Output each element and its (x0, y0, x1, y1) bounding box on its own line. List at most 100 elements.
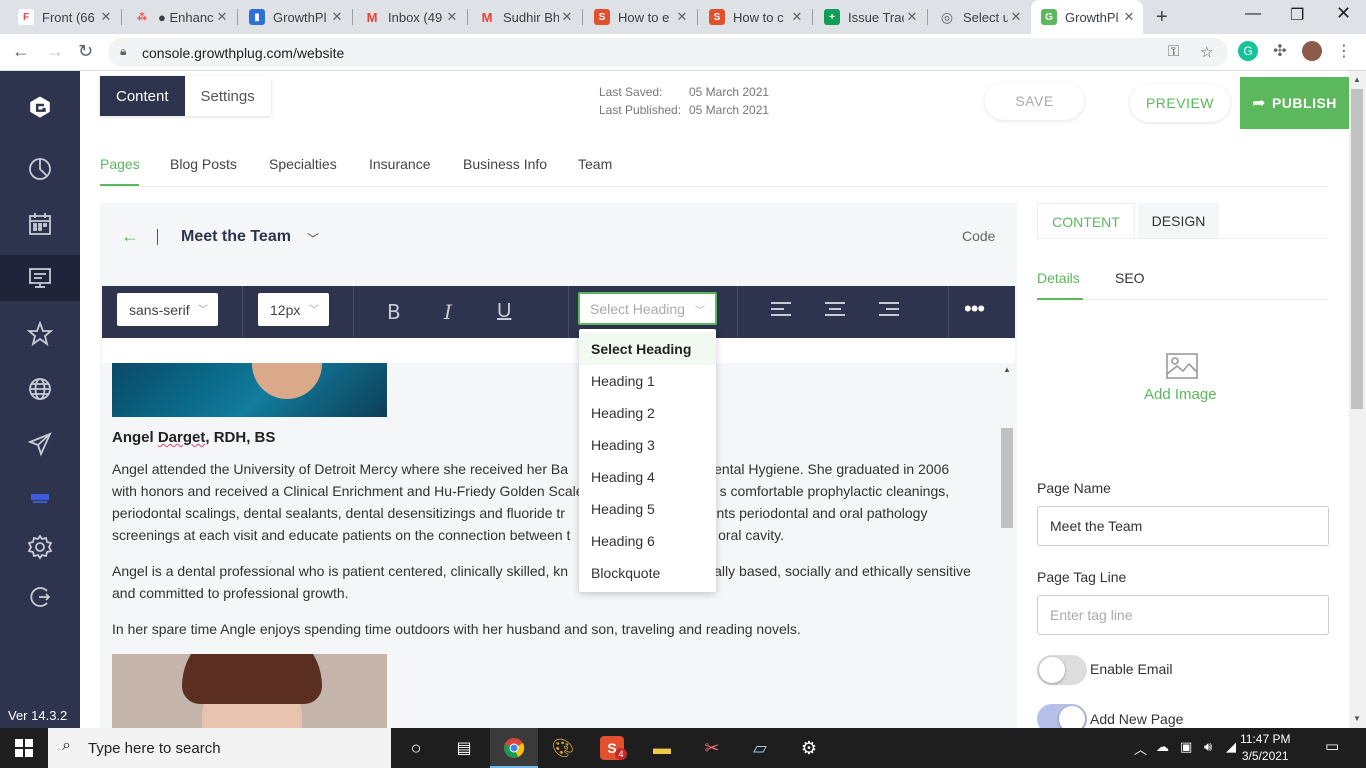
close-icon[interactable]: ✕ (789, 9, 805, 25)
align-center-icon[interactable] (825, 300, 845, 324)
send-icon[interactable] (0, 421, 80, 467)
notepad-icon[interactable]: ▱ (748, 736, 772, 760)
menu-kebab-icon[interactable]: ⋮ (1334, 41, 1354, 61)
enable-email-toggle[interactable] (1037, 655, 1087, 685)
pie-chart-icon[interactable] (0, 146, 80, 192)
url-omnibox[interactable]: 🔒︎ console.growthplug.com/website ⚿ ☆ (108, 38, 1228, 67)
heading-option-h6[interactable]: Heading 6 (579, 525, 716, 557)
window-close-icon[interactable]: ✕ (1336, 3, 1351, 24)
browser-tab[interactable]: + Issue Trac ✕ (814, 0, 926, 34)
browser-tab-active[interactable]: G GrowthPl ✕ (1031, 0, 1143, 34)
restore-icon[interactable]: ❐ (1290, 5, 1304, 25)
minimize-icon[interactable]: — (1245, 5, 1261, 23)
heading-option-h5[interactable]: Heading 5 (579, 493, 716, 525)
tab-seo[interactable]: SEO (1115, 270, 1145, 286)
file-explorer-icon[interactable]: ▬ (650, 736, 674, 760)
more-options-icon[interactable]: ••• (964, 296, 985, 322)
content-tab-button[interactable]: Content (100, 76, 185, 116)
paint-icon[interactable]: 🎨︎ (551, 736, 575, 760)
grammarly-icon[interactable]: G (1238, 41, 1258, 61)
scroll-up-icon[interactable]: ▲ (1003, 365, 1011, 374)
align-left-icon[interactable] (771, 300, 791, 324)
network-icon[interactable]: ▣ (1180, 739, 1192, 755)
scrollbar-thumb[interactable] (1351, 89, 1363, 409)
reload-icon[interactable]: ↻ (78, 41, 93, 62)
task-view-icon[interactable]: ▤ (452, 736, 476, 760)
close-icon[interactable]: ✕ (329, 9, 345, 25)
page-tag-line-input[interactable]: Enter tag line (1037, 595, 1329, 635)
volume-icon[interactable]: 🔊︎ (1204, 739, 1212, 755)
tab-team[interactable]: Team (578, 156, 612, 172)
preview-button[interactable]: PREVIEW (1130, 84, 1230, 122)
publish-button[interactable]: ➦ PUBLISH (1240, 77, 1349, 129)
close-icon[interactable]: ✕ (444, 9, 460, 25)
close-icon[interactable]: ✕ (904, 9, 920, 25)
taskbar-search[interactable]: ⌕ Type here to search (48, 728, 391, 768)
profile-avatar[interactable] (1302, 41, 1322, 61)
back-arrow-icon[interactable]: ← (121, 226, 139, 247)
add-image-button[interactable]: Add Image (1144, 386, 1217, 403)
close-icon[interactable]: ✕ (1121, 9, 1137, 25)
underline-button[interactable]: U (497, 300, 511, 323)
snipping-tool-icon[interactable]: ✂ (700, 736, 724, 760)
browser-tab[interactable]: ◎Select us✕ (929, 0, 1030, 34)
key-icon[interactable]: ⚿ (1168, 43, 1179, 60)
heading-option-blockquote[interactable]: Blockquote (579, 557, 716, 589)
browser-tab[interactable]: M Inbox (49 ✕ (354, 0, 466, 34)
scroll-up-icon[interactable]: ▲ (1353, 75, 1361, 84)
heading-option-h3[interactable]: Heading 3 (579, 429, 716, 461)
heading-select[interactable]: Select Heading ﹀ (578, 292, 717, 325)
monitor-icon[interactable] (0, 255, 80, 301)
globe-icon[interactable] (0, 366, 80, 412)
tab-insurance[interactable]: Insurance (369, 156, 430, 172)
code-button[interactable]: Code (962, 228, 995, 244)
tab-specialties[interactable]: Specialties (269, 156, 337, 172)
close-icon[interactable]: ✕ (674, 9, 690, 25)
font-size-select[interactable]: 12px ﹀ (258, 293, 329, 326)
close-icon[interactable]: ✕ (98, 9, 114, 25)
settings-tab-button[interactable]: Settings (184, 76, 271, 116)
wifi-icon[interactable]: ◢ (1226, 739, 1236, 755)
onedrive-icon[interactable]: ☁ (1156, 739, 1169, 755)
scrollbar-thumb[interactable] (1001, 428, 1013, 528)
logout-icon[interactable] (0, 574, 80, 620)
page-scrollbar[interactable]: ▲ ▼ (1349, 71, 1366, 728)
browser-tab[interactable]: ⁂ ● Enhanc ✕ (124, 0, 236, 34)
heading-option-select[interactable]: Select Heading (579, 333, 716, 365)
image-icon[interactable] (1166, 353, 1198, 379)
chevron-up-icon[interactable]: ︿ (1134, 739, 1147, 758)
close-icon[interactable]: ✕ (559, 9, 575, 25)
page-name-input[interactable]: Meet the Team (1037, 506, 1329, 546)
tab-business-info[interactable]: Business Info (463, 156, 547, 172)
tab-design[interactable]: DESIGN (1138, 203, 1219, 239)
bookmark-star-icon[interactable]: ☆ (1200, 43, 1213, 61)
browser-tab[interactable]: M Sudhir Bh ✕ (469, 0, 581, 34)
calendar-icon[interactable] (0, 201, 80, 247)
tab-content[interactable]: CONTENT (1037, 203, 1135, 239)
tab-blog-posts[interactable]: Blog Posts (170, 156, 237, 172)
brand-icon[interactable] (0, 475, 80, 521)
forward-icon[interactable]: → (46, 41, 64, 62)
tab-pages[interactable]: Pages (100, 156, 140, 172)
font-family-select[interactable]: sans-serif ﹀ (117, 293, 218, 326)
align-right-icon[interactable] (879, 300, 899, 324)
browser-tab[interactable]: ▮ GrowthPl ✕ (239, 0, 351, 34)
italic-button[interactable]: I (444, 300, 452, 324)
cortana-icon[interactable]: ○ (404, 736, 428, 760)
heading-option-h1[interactable]: Heading 1 (579, 365, 716, 397)
browser-tab[interactable]: S How to c ✕ (699, 0, 811, 34)
settings-gear-icon[interactable]: ⚙ (797, 736, 821, 760)
chrome-icon[interactable] (502, 736, 526, 760)
scroll-down-icon[interactable]: ▼ (1353, 714, 1361, 723)
bold-button[interactable]: B (387, 300, 401, 324)
extensions-icon[interactable]: ✣ (1270, 41, 1290, 61)
new-tab-button[interactable]: + (1156, 6, 1168, 29)
browser-tab[interactable]: F Front (66 ✕ (8, 0, 120, 34)
editor-scrollbar[interactable]: ▲ (999, 363, 1015, 728)
browser-tab[interactable]: S How to e ✕ (584, 0, 696, 34)
close-icon[interactable]: ✕ (1008, 9, 1024, 25)
taskbar-clock[interactable]: 11:47 PM 3/5/2021 (1240, 731, 1290, 765)
back-icon[interactable]: ← (12, 41, 30, 62)
logo-icon[interactable] (0, 84, 80, 130)
gear-icon[interactable] (0, 524, 80, 570)
